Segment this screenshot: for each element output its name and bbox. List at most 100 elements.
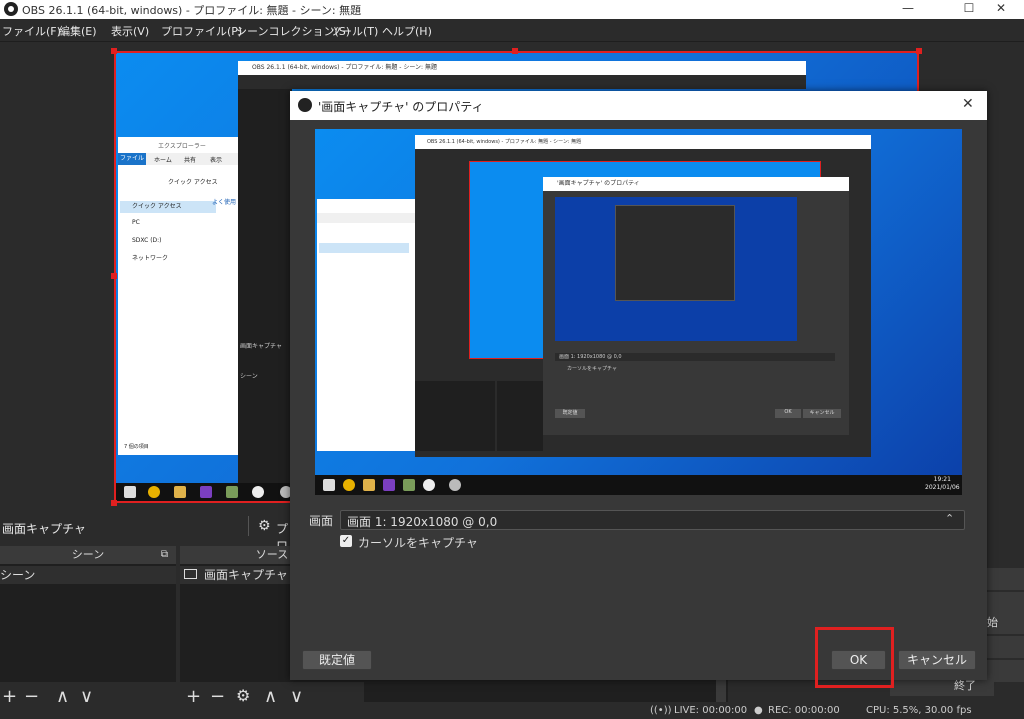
menu-help[interactable]: ヘルプ(H) xyxy=(382,23,432,39)
add-scene-icon[interactable]: + xyxy=(2,686,17,707)
source-item-label: 画面キャプチャ xyxy=(204,568,288,582)
window-title: OBS 26.1.1 (64-bit, windows) - プロファイル: 無… xyxy=(22,4,362,17)
sources-dock-title: ソース xyxy=(255,548,289,561)
source-down-icon[interactable]: ∨ xyxy=(290,686,303,707)
control-button[interactable] xyxy=(985,568,1024,590)
start-icon xyxy=(124,486,136,498)
add-source-icon[interactable]: + xyxy=(186,686,201,707)
preview-explorer-tab-share: 共有 xyxy=(184,157,197,164)
preview-explorer-window: エクスプローラー ファイル ホーム 共有 表示 クイック アクセス クイック ア… xyxy=(118,137,238,455)
resize-handle[interactable] xyxy=(111,273,117,279)
preview-inner-capture-label: 画面キャプチャ xyxy=(240,343,282,350)
minimize-button[interactable]: — xyxy=(885,0,931,19)
menu-file[interactable]: ファイル(F) xyxy=(2,23,61,39)
dialog-close-icon[interactable]: ✕ xyxy=(962,96,974,112)
control-button[interactable] xyxy=(985,636,1024,658)
monitor-icon xyxy=(184,569,197,579)
cancel-button[interactable]: キャンセル xyxy=(898,650,976,670)
scenes-dock-header: シーン ⧉ xyxy=(0,546,176,564)
source-up-icon[interactable]: ∧ xyxy=(264,686,277,707)
dock-float-icon[interactable]: ⧉ xyxy=(161,546,168,564)
preview-explorer-count: 7 個の項目 xyxy=(124,444,149,450)
nested-explorer-nav xyxy=(319,243,409,253)
source-settings-icon[interactable]: ⚙ xyxy=(236,686,250,705)
chevron-updown-icon: ⌃ xyxy=(945,512,955,525)
nested-recursive-window xyxy=(615,205,735,301)
nested-clock-date: 2021/01/06 xyxy=(925,484,960,491)
nested-cursor-label: カーソルをキャプチャ xyxy=(567,366,617,372)
scenes-list: シーン xyxy=(0,564,176,682)
live-indicator-icon: ((•)) xyxy=(650,705,672,716)
scenes-dock-title: シーン xyxy=(71,548,105,561)
app-icon xyxy=(403,479,415,491)
chrome-icon xyxy=(148,486,160,498)
sources-dock-footer: + − ⚙ ∧ ∨ xyxy=(180,682,364,719)
nested-obs-titlebar: OBS 26.1.1 (64-bit, windows) - プロファイル: 無… xyxy=(415,135,871,149)
nested-display-value: 画面 1: 1920x1080 @ 0,0 xyxy=(555,353,835,361)
preview-explorer-title: エクスプローラー xyxy=(158,143,206,150)
nested-explorer-ribbon xyxy=(317,213,415,223)
onenote-icon xyxy=(200,486,212,498)
obs-logo-icon xyxy=(4,2,18,16)
preview-explorer-tab-file: ファイル xyxy=(118,153,146,165)
display-label: 画面 xyxy=(309,514,334,528)
preview-explorer-address: クイック アクセス xyxy=(168,179,218,186)
mixer-scrollbar[interactable] xyxy=(716,680,726,702)
folder-icon xyxy=(363,479,375,491)
nested-sources xyxy=(497,381,543,451)
resize-handle[interactable] xyxy=(512,48,518,54)
preview-explorer-nav-pc: PC xyxy=(132,219,140,226)
preview-explorer-frequent: よく使用 xyxy=(212,199,237,206)
properties-dialog: '画面キャプチャ' のプロパティ ✕ OBS 26.1.1 (64-bit, w… xyxy=(290,91,987,680)
start-streaming-button[interactable]: 始 xyxy=(985,612,1024,634)
nested-dialog-preview xyxy=(555,197,797,341)
menu-profile[interactable]: プロファイル(P) xyxy=(161,23,242,39)
nested-scenes xyxy=(415,381,495,451)
control-button[interactable] xyxy=(985,592,1024,614)
gear-icon[interactable]: ⚙ xyxy=(258,518,271,534)
selected-source-name: 画面キャプチャ xyxy=(2,522,86,536)
toolbar-divider xyxy=(248,516,249,536)
nested-defaults-button: 既定値 xyxy=(555,409,585,418)
start-icon xyxy=(323,479,335,491)
capture-cursor-label: カーソルをキャプチャ xyxy=(358,536,478,550)
nested-ok-button: OK xyxy=(775,409,801,418)
nested-clock-time: 19:21 xyxy=(933,476,951,483)
move-up-icon[interactable]: ∧ xyxy=(56,686,69,707)
menu-view[interactable]: 表示(V) xyxy=(111,23,149,39)
obs-taskbar-icon xyxy=(252,486,264,498)
source-toolbar: 画面キャプチャ ⚙ プロ xyxy=(0,512,290,553)
capture-cursor-checkbox[interactable]: ✓ xyxy=(340,535,352,547)
nested-explorer xyxy=(317,199,415,451)
onenote-icon xyxy=(383,479,395,491)
preview-explorer-tab-view: 表示 xyxy=(210,157,223,164)
preview-explorer-tab-home: ホーム xyxy=(154,157,172,164)
app-icon xyxy=(226,486,238,498)
scene-list-item[interactable]: シーン xyxy=(0,566,176,584)
remove-source-icon[interactable]: − xyxy=(210,686,225,707)
remove-scene-icon[interactable]: − xyxy=(24,686,39,707)
ok-button-highlight xyxy=(815,627,894,688)
resize-handle[interactable] xyxy=(111,500,117,506)
move-down-icon[interactable]: ∨ xyxy=(80,686,93,707)
nested-dialog-title: '画面キャプチャ' のプロパティ xyxy=(543,177,849,191)
live-time: LIVE: 00:00:00 xyxy=(674,705,748,716)
menu-tools[interactable]: ツール(T) xyxy=(330,23,378,39)
close-window-button[interactable]: ✕ xyxy=(978,0,1024,19)
cpu-fps: CPU: 5.5%, 30.00 fps xyxy=(866,705,972,716)
display-select[interactable]: 画面 1: 1920x1080 @ 0,0 ⌃ xyxy=(340,510,965,530)
nested-taskbar: 19:21 2021/01/06 xyxy=(315,475,962,495)
preview-explorer-nav-network: ネットワーク xyxy=(132,255,169,262)
preview-inner-obs-body: 画面キャプチャ シーン xyxy=(238,89,292,489)
nested-desktop: OBS 26.1.1 (64-bit, windows) - プロファイル: 無… xyxy=(315,129,962,495)
display-select-value: 画面 1: 1920x1080 @ 0,0 xyxy=(347,515,498,529)
rec-indicator-icon: ● xyxy=(754,705,763,716)
resize-handle[interactable] xyxy=(916,48,922,54)
nested-dialog: '画面キャプチャ' のプロパティ 画面 1: 1920x1080 @ 0,0 カ… xyxy=(543,177,849,435)
menu-edit[interactable]: 編集(E) xyxy=(59,23,97,39)
defaults-button[interactable]: 既定値 xyxy=(302,650,372,670)
resize-handle[interactable] xyxy=(111,48,117,54)
obs-logo-icon xyxy=(298,98,312,112)
window-title-bar: OBS 26.1.1 (64-bit, windows) - プロファイル: 無… xyxy=(0,0,1024,19)
settings-icon xyxy=(449,479,461,491)
